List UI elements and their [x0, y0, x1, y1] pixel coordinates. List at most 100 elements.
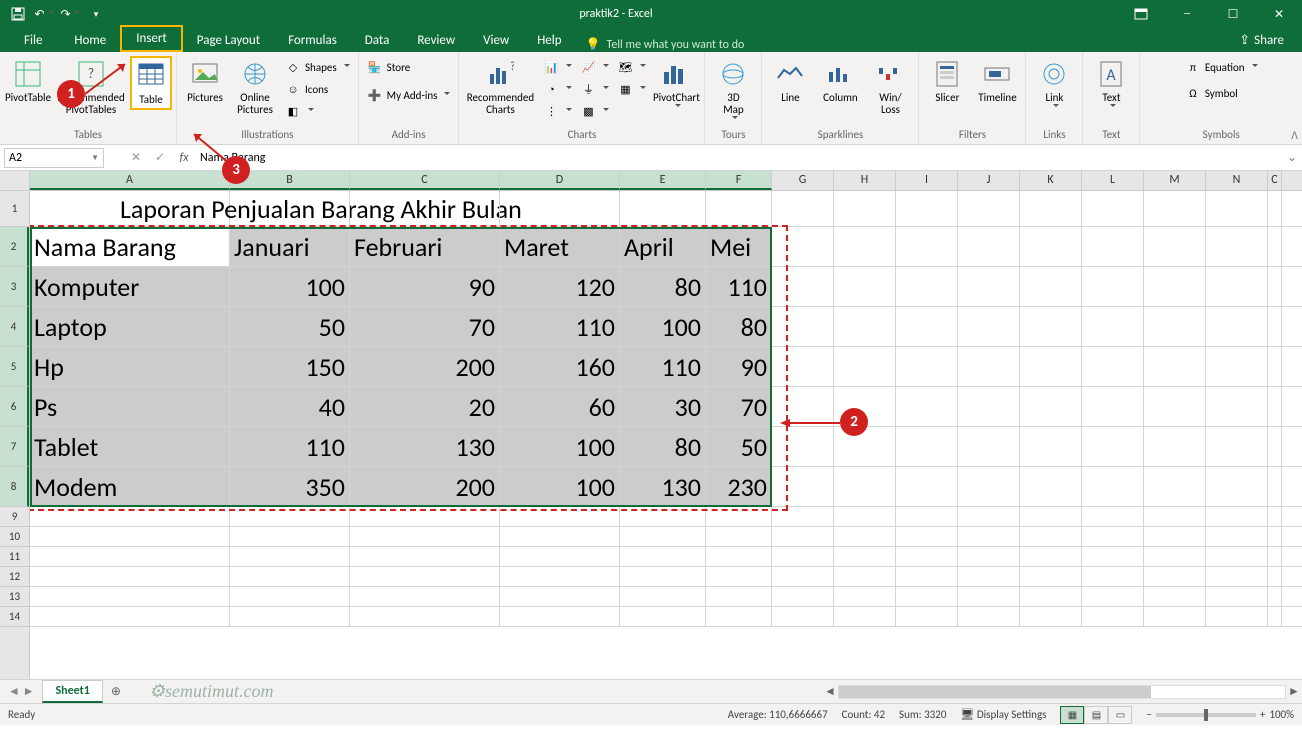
- cell[interactable]: [706, 191, 772, 226]
- cell[interactable]: Ps: [30, 387, 230, 426]
- column-header[interactable]: E: [620, 171, 706, 190]
- cell[interactable]: 110: [230, 427, 350, 466]
- column-header[interactable]: N: [1206, 171, 1268, 190]
- cell[interactable]: [1082, 547, 1144, 566]
- tab-data[interactable]: Data: [351, 29, 404, 52]
- column-header[interactable]: A: [30, 171, 230, 190]
- cell[interactable]: [1268, 387, 1282, 426]
- cell[interactable]: Februari: [350, 227, 500, 266]
- qat-customize-icon[interactable]: ▾: [84, 3, 108, 25]
- cell[interactable]: [30, 547, 230, 566]
- cell[interactable]: [772, 467, 834, 506]
- row-header[interactable]: 5: [0, 347, 29, 387]
- cell[interactable]: 60: [500, 387, 620, 426]
- row-header[interactable]: 2: [0, 227, 29, 267]
- column-header[interactable]: I: [896, 171, 958, 190]
- cell[interactable]: [1144, 567, 1206, 586]
- cell[interactable]: [834, 347, 896, 386]
- pivottable-button[interactable]: PivotTable: [4, 56, 52, 106]
- tab-insert[interactable]: Insert: [120, 25, 183, 52]
- cell[interactable]: [1268, 547, 1282, 566]
- sparkline-column-button[interactable]: Column: [816, 56, 864, 106]
- cell[interactable]: [958, 527, 1020, 546]
- cell[interactable]: [896, 227, 958, 266]
- cell[interactable]: [1020, 567, 1082, 586]
- cell[interactable]: [1144, 267, 1206, 306]
- chart-scatter-button[interactable]: ⋮: [539, 100, 576, 122]
- cell[interactable]: [30, 567, 230, 586]
- column-header[interactable]: J: [958, 171, 1020, 190]
- cell[interactable]: 100: [500, 467, 620, 506]
- cell[interactable]: [958, 607, 1020, 626]
- cell[interactable]: [772, 607, 834, 626]
- cell[interactable]: [500, 547, 620, 566]
- cell[interactable]: [30, 527, 230, 546]
- chart-map-button[interactable]: 🗺: [613, 56, 650, 78]
- cell[interactable]: [1020, 587, 1082, 606]
- cell[interactable]: Nama Barang: [30, 227, 230, 266]
- cell[interactable]: 150: [230, 347, 350, 386]
- cell[interactable]: [1144, 507, 1206, 526]
- cell[interactable]: [1206, 607, 1268, 626]
- chart-surface-button[interactable]: ▩: [576, 100, 613, 122]
- cell[interactable]: Tablet: [30, 427, 230, 466]
- cell[interactable]: [1082, 227, 1144, 266]
- cell[interactable]: [1082, 607, 1144, 626]
- cell[interactable]: 110: [706, 267, 772, 306]
- cell[interactable]: 200: [350, 347, 500, 386]
- cell[interactable]: [1206, 307, 1268, 346]
- cell[interactable]: [1268, 191, 1282, 226]
- cell[interactable]: [1206, 267, 1268, 306]
- tab-home[interactable]: Home: [60, 29, 120, 52]
- cell[interactable]: [1020, 307, 1082, 346]
- cell[interactable]: [896, 587, 958, 606]
- row-header[interactable]: 9: [0, 507, 29, 527]
- cell[interactable]: 350: [230, 467, 350, 506]
- cell[interactable]: [772, 227, 834, 266]
- cell[interactable]: [1082, 467, 1144, 506]
- cell[interactable]: [958, 567, 1020, 586]
- row-header[interactable]: 4: [0, 307, 29, 347]
- cell[interactable]: [30, 507, 230, 526]
- sparkline-winloss-button[interactable]: Win/ Loss: [866, 56, 914, 118]
- horizontal-scrollbar[interactable]: ◄ ►: [822, 684, 1302, 700]
- cell[interactable]: [772, 427, 834, 466]
- cell[interactable]: [958, 387, 1020, 426]
- cell[interactable]: [896, 427, 958, 466]
- cell[interactable]: [896, 607, 958, 626]
- cell[interactable]: [1020, 527, 1082, 546]
- cell[interactable]: [1144, 547, 1206, 566]
- zoom-in-button[interactable]: +: [1260, 708, 1265, 721]
- view-normal-button[interactable]: ▦: [1060, 706, 1084, 724]
- maximize-button[interactable]: ☐: [1210, 0, 1256, 28]
- sheet-tab-sheet1[interactable]: Sheet1: [42, 680, 102, 703]
- cell[interactable]: [1144, 307, 1206, 346]
- cell[interactable]: [350, 587, 500, 606]
- cell[interactable]: [834, 507, 896, 526]
- my-addins-button[interactable]: ➕My Add-ins: [363, 84, 455, 106]
- close-button[interactable]: ✕: [1256, 0, 1302, 28]
- cell[interactable]: [1268, 607, 1282, 626]
- cell[interactable]: [772, 587, 834, 606]
- cell[interactable]: [500, 507, 620, 526]
- cell[interactable]: [1020, 387, 1082, 426]
- cell[interactable]: 200: [350, 467, 500, 506]
- cell[interactable]: 40: [230, 387, 350, 426]
- cell[interactable]: [706, 607, 772, 626]
- cell[interactable]: Mei: [706, 227, 772, 266]
- column-header[interactable]: L: [1082, 171, 1144, 190]
- cell[interactable]: [896, 387, 958, 426]
- row-header[interactable]: 1: [0, 191, 29, 227]
- cell[interactable]: [896, 467, 958, 506]
- cell[interactable]: [1268, 587, 1282, 606]
- tab-view[interactable]: View: [469, 29, 523, 52]
- cell[interactable]: [1020, 607, 1082, 626]
- tab-help[interactable]: Help: [523, 29, 575, 52]
- cell[interactable]: [896, 347, 958, 386]
- row-header[interactable]: 14: [0, 607, 29, 627]
- cell[interactable]: [958, 547, 1020, 566]
- share-button[interactable]: ⇪ Share: [1231, 29, 1292, 52]
- cell[interactable]: [350, 567, 500, 586]
- cell[interactable]: 50: [230, 307, 350, 346]
- cell[interactable]: [958, 267, 1020, 306]
